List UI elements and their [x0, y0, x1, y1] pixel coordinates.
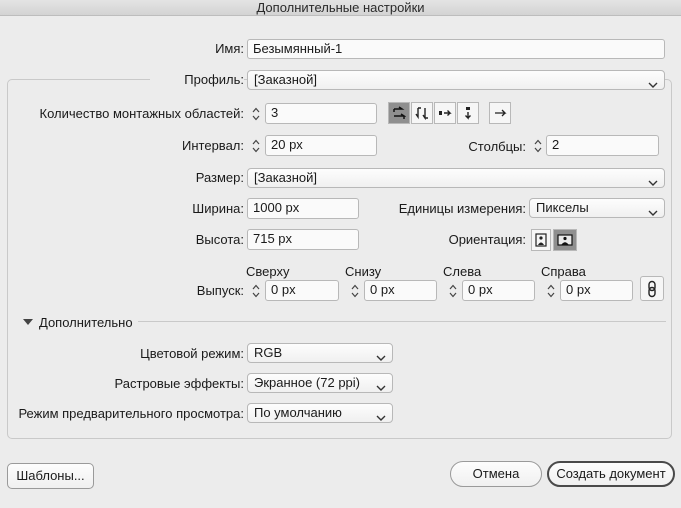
spacing-input[interactable]: 20 px [265, 135, 377, 156]
chevron-down-icon [376, 379, 386, 397]
units-select[interactable]: Пикселы [529, 198, 665, 218]
preview-mode-select-value: По умолчанию [254, 405, 342, 420]
name-input[interactable]: Безымянный-1 [247, 39, 665, 59]
bleed-left-input[interactable]: 0 px [462, 280, 535, 301]
landscape-icon[interactable] [553, 229, 577, 251]
advanced-divider [138, 321, 666, 322]
portrait-icon[interactable] [531, 229, 551, 251]
link-icon[interactable] [640, 276, 664, 301]
height-label: Высота: [195, 232, 244, 247]
profile-select[interactable]: [Заказной] [247, 70, 665, 90]
bleed-bottom-label: Снизу [345, 264, 382, 279]
columns-stepper[interactable] [531, 136, 545, 156]
chevron-down-icon [376, 409, 386, 427]
spacing-stepper[interactable] [249, 136, 263, 156]
raster-effects-label: Растровые эффекты: [114, 376, 244, 391]
raster-effects-select[interactable]: Экранное (72 ppi) [247, 373, 393, 393]
size-select[interactable]: [Заказной] [247, 168, 665, 188]
size-label: Размер: [195, 170, 244, 185]
bleed-label: Выпуск: [196, 283, 244, 298]
bleed-top-label: Сверху [246, 264, 290, 279]
bleed-left-stepper[interactable] [446, 281, 460, 301]
profile-select-value: [Заказной] [254, 72, 317, 87]
disclosure-triangle-icon[interactable] [22, 316, 36, 330]
chevron-down-icon [648, 204, 658, 222]
color-mode-label: Цветовой режим: [140, 346, 244, 361]
arrange-by-column-icon[interactable] [457, 102, 479, 124]
width-label: Ширина: [192, 201, 244, 216]
bleed-top-input[interactable]: 0 px [265, 280, 339, 301]
bleed-right-label: Справа [541, 264, 586, 279]
columns-input[interactable]: 2 [546, 135, 659, 156]
create-document-button[interactable]: Создать документ [547, 461, 675, 487]
chevron-down-icon [376, 349, 386, 367]
chevron-down-icon [648, 174, 658, 192]
preview-mode-label: Режим предварительного просмотра: [18, 406, 244, 421]
templates-button[interactable]: Шаблоны... [7, 463, 94, 489]
columns-label: Столбцы: [468, 139, 526, 154]
size-select-value: [Заказной] [254, 170, 317, 185]
advanced-label[interactable]: Дополнительно [39, 315, 133, 331]
arrange-by-row-icon[interactable] [434, 102, 456, 124]
units-label: Единицы измерения: [398, 201, 526, 216]
cancel-button[interactable]: Отмена [450, 461, 542, 487]
bleed-bottom-stepper[interactable] [348, 281, 362, 301]
arrow-right-icon[interactable] [489, 102, 511, 124]
artboards-stepper[interactable] [249, 104, 263, 124]
bleed-right-input[interactable]: 0 px [560, 280, 633, 301]
raster-effects-select-value: Экранное (72 ppi) [254, 375, 360, 390]
bleed-bottom-input[interactable]: 0 px [364, 280, 437, 301]
chevron-down-icon [648, 76, 658, 94]
color-mode-select-value: RGB [254, 345, 283, 360]
height-input[interactable]: 715 px [247, 229, 359, 250]
artboards-label: Количество монтажных областей: [39, 106, 244, 121]
bleed-right-stepper[interactable] [544, 281, 558, 301]
window-title: Дополнительные настройки [0, 0, 681, 16]
preview-mode-select[interactable]: По умолчанию [247, 403, 393, 423]
color-mode-select[interactable]: RGB [247, 343, 393, 363]
artboards-count-input[interactable]: 3 [265, 103, 377, 124]
grid-by-row-icon[interactable] [388, 102, 410, 124]
width-input[interactable]: 1000 px [247, 198, 359, 219]
profile-label: Профиль: [150, 70, 244, 90]
grid-by-column-icon[interactable] [411, 102, 433, 124]
spacing-label: Интервал: [182, 138, 244, 153]
bleed-top-stepper[interactable] [249, 281, 263, 301]
units-select-value: Пикселы [536, 200, 589, 215]
orientation-label: Ориентация: [448, 232, 526, 247]
bleed-left-label: Слева [443, 264, 482, 279]
name-label: Имя: [215, 41, 244, 56]
